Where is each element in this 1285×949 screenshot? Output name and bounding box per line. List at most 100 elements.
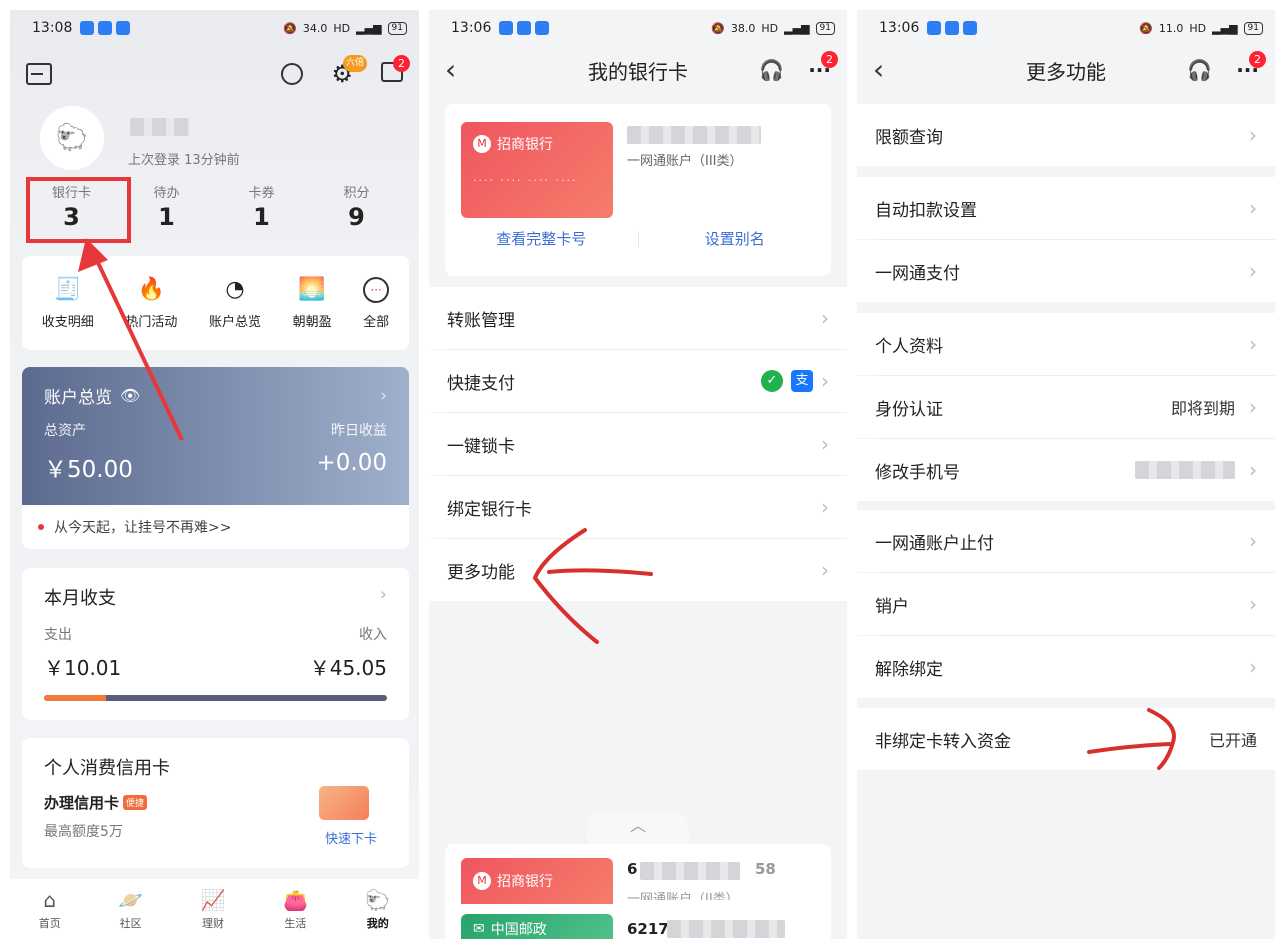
account-overview-card[interactable]: 账户总览 👁 › 总资产 昨日收益 ￥50.00 +0.00 bbox=[22, 367, 409, 505]
yesterday-earnings-label: 昨日收益 bbox=[331, 423, 387, 439]
chevron-right-icon: › bbox=[1249, 123, 1257, 147]
menu-label: 修改手机号 bbox=[875, 462, 960, 483]
tab-mine[interactable]: 🐑 我的 bbox=[365, 888, 390, 931]
convenient-tag: 便捷 bbox=[123, 795, 148, 810]
total-assets-label: 总资产 bbox=[44, 423, 86, 439]
total-assets-value: ￥50.00 bbox=[44, 457, 133, 483]
menu-auto-debit[interactable]: 自动扣款设置 › bbox=[857, 177, 1275, 239]
back-icon[interactable]: ‹ bbox=[873, 56, 903, 84]
menu-account-suspend[interactable]: 一网通账户止付 › bbox=[857, 510, 1275, 572]
notice-text: 从今天起，让挂号不再难>> bbox=[54, 520, 232, 536]
signal-icon: ▂▄▆ bbox=[356, 21, 382, 35]
card-number-masked bbox=[667, 920, 785, 938]
avatar[interactable]: 🐑 bbox=[40, 106, 104, 170]
tab-wealth[interactable]: 📈 理财 bbox=[201, 888, 226, 931]
stat-bank-cards[interactable]: 银行卡 3 bbox=[24, 182, 119, 231]
menu-personal-info[interactable]: 个人资料 › bbox=[857, 313, 1275, 375]
search-icon[interactable] bbox=[281, 63, 304, 85]
net-type: HD bbox=[1189, 21, 1207, 35]
more-menu-button[interactable]: ··· 2 bbox=[1236, 51, 1266, 82]
net-speed: 11.0 bbox=[1158, 21, 1184, 35]
notice-bar[interactable]: 从今天起，让挂号不再难>> bbox=[22, 505, 409, 549]
wechat-pay-icon: ✓ bbox=[761, 370, 783, 392]
messages-button[interactable]: 2 bbox=[381, 55, 410, 86]
stack-card-psbc[interactable]: ✉ 中国邮政 bbox=[461, 914, 613, 939]
pie-chart-icon: ◔ bbox=[225, 276, 245, 302]
expiry-status: 即将到期 bbox=[1170, 399, 1235, 418]
settings-button[interactable]: ⚙ 六倍 bbox=[331, 55, 367, 86]
menu-one-click-lock[interactable]: 一键锁卡 › bbox=[429, 413, 847, 475]
card-number-suffix: 58 bbox=[755, 860, 776, 878]
set-alias-link[interactable]: 设置别名 bbox=[639, 228, 832, 249]
last-login: 上次登录 13分钟前 bbox=[128, 153, 240, 168]
chevron-right-icon: › bbox=[1249, 529, 1257, 553]
credit-card-promo[interactable]: 个人消费信用卡 办理信用卡 便捷 最高额度5万 快速下卡 bbox=[22, 738, 409, 868]
tab-community[interactable]: 🪐 社区 bbox=[118, 888, 143, 931]
more-functions-screen: 13:06 🔕 11.0 HD ▂▄▆ 91 ‹ 更多功能 🎧 ··· 2 限额… bbox=[857, 10, 1275, 939]
chevron-right-icon: › bbox=[379, 584, 387, 605]
menu-change-phone[interactable]: 修改手机号 › bbox=[857, 439, 1275, 501]
my-account-screen: 13:08 🔕 34.0 HD ▂▄▆ 91 ⚙ 六倍 2 🐑 上次登录 13分… bbox=[10, 10, 419, 939]
headset-icon[interactable]: 🎧 bbox=[1187, 58, 1212, 82]
stat-todo[interactable]: 待办 1 bbox=[119, 182, 214, 231]
chevron-right-icon: › bbox=[821, 432, 829, 456]
net-speed: 38.0 bbox=[730, 21, 756, 35]
pull-up-handle[interactable]: ︿ bbox=[587, 812, 689, 846]
quick-item-all[interactable]: ··· 全部 bbox=[363, 276, 390, 330]
stat-points[interactable]: 积分 9 bbox=[309, 182, 404, 231]
bank-card-face[interactable]: M 招商银行 ···· ···· ···· ···· bbox=[461, 122, 613, 218]
quick-item-account-overview[interactable]: ◔ 账户总览 bbox=[209, 277, 261, 330]
eye-icon[interactable]: 👁 bbox=[120, 386, 140, 405]
view-full-number-link[interactable]: 查看完整卡号 bbox=[445, 228, 638, 249]
tab-home[interactable]: ⌂ 首页 bbox=[39, 888, 61, 931]
app-notif-icon bbox=[945, 21, 960, 35]
card-stack: M 招商银行 6 58 一网通账户（II类） ✉ 中国邮政 6217 bbox=[445, 844, 831, 939]
status-time: 13:08 bbox=[32, 20, 73, 36]
menu-unbind[interactable]: 解除绑定 › bbox=[857, 636, 1275, 698]
quick-label: 全部 bbox=[363, 314, 390, 330]
chevron-right-icon: › bbox=[821, 495, 829, 519]
menu-label: 一网通账户止付 bbox=[875, 533, 994, 554]
notif-badge: 2 bbox=[393, 55, 410, 72]
menu-quick-pay[interactable]: 快捷支付 ✓ 支 › bbox=[429, 350, 847, 412]
chevron-right-icon: › bbox=[1249, 395, 1257, 419]
back-icon[interactable]: ‹ bbox=[445, 56, 475, 84]
menu-yiwangtong-pay[interactable]: 一网通支付 › bbox=[857, 240, 1275, 302]
quick-item-hot-events[interactable]: 🔥 热门活动 bbox=[125, 277, 177, 330]
dot-icon bbox=[38, 524, 44, 530]
sunrise-icon: 🌅 bbox=[298, 276, 326, 302]
status-bar: 13:08 🔕 34.0 HD ▂▄▆ 91 bbox=[10, 10, 419, 46]
menu-close-account[interactable]: 销户 › bbox=[857, 573, 1275, 635]
menu-limit-query[interactable]: 限额查询 › bbox=[857, 104, 1275, 166]
quick-item-income-expense[interactable]: 🧾 收支明细 bbox=[42, 277, 94, 330]
menu-transfer-management[interactable]: 转账管理 › bbox=[429, 287, 847, 349]
card-number-masked bbox=[640, 862, 740, 880]
phone-masked bbox=[1135, 461, 1235, 479]
mute-icon: 🔕 bbox=[283, 21, 297, 35]
tab-life[interactable]: 👛 生活 bbox=[283, 888, 308, 931]
headset-icon[interactable]: 🎧 bbox=[759, 58, 784, 82]
menu-non-bound-transfer-in[interactable]: 非绑定卡转入资金 已开通 bbox=[857, 708, 1275, 770]
chevron-right-icon: › bbox=[1249, 259, 1257, 283]
stack-card-cmb[interactable]: M 招商银行 bbox=[461, 858, 613, 904]
logout-icon[interactable] bbox=[26, 63, 52, 85]
bank-name: 招商银行 bbox=[497, 874, 553, 890]
more-menu-button[interactable]: ··· 2 bbox=[808, 51, 838, 82]
monthly-card[interactable]: 本月收支 › 支出 收入 ￥10.01 ￥45.05 bbox=[22, 568, 409, 720]
menu-label: 限额查询 bbox=[875, 127, 943, 148]
fast-card-link[interactable]: 快速下卡 bbox=[325, 828, 377, 847]
tab-label: 理财 bbox=[202, 916, 225, 930]
net-type: HD bbox=[761, 21, 779, 35]
menu-label: 一网通支付 bbox=[875, 263, 960, 284]
menu-label: 销户 bbox=[875, 596, 909, 617]
quick-item-zhaozhaoying[interactable]: 🌅 朝朝盈 bbox=[293, 277, 332, 330]
menu-label: 绑定银行卡 bbox=[447, 499, 532, 520]
menu-more-functions[interactable]: 更多功能 › bbox=[429, 539, 847, 601]
stat-coupons[interactable]: 卡券 1 bbox=[214, 182, 309, 231]
menu-bind-card[interactable]: 绑定银行卡 › bbox=[429, 476, 847, 538]
card-number-masked bbox=[627, 126, 761, 144]
card-illustration bbox=[319, 786, 369, 820]
menu-identity-verification[interactable]: 身份认证 即将到期 › bbox=[857, 376, 1275, 438]
chart-up-icon: 📈 bbox=[200, 887, 226, 912]
account-title: 账户总览 bbox=[44, 388, 112, 408]
